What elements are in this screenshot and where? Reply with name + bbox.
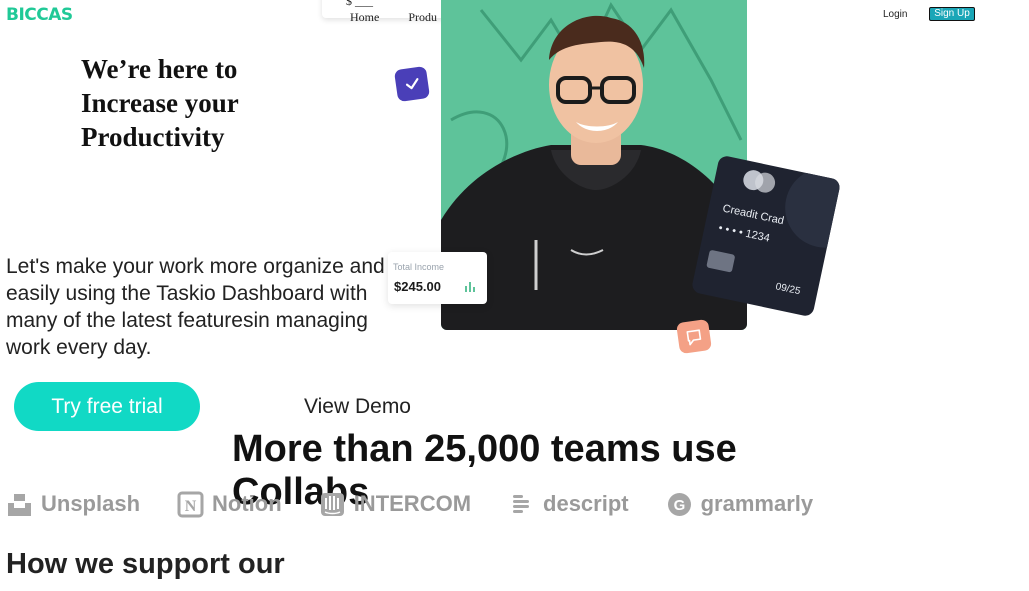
brand-label: grammarly: [700, 491, 814, 516]
message-icon: [686, 329, 702, 346]
total-income-value: $245.00: [394, 279, 441, 294]
svg-text:N: N: [185, 498, 197, 515]
brand-label: Notion: [212, 491, 282, 516]
hero-headline: We’re here to Increase your Productivity: [81, 54, 239, 152]
message-badge: [675, 318, 713, 355]
try-free-trial-button[interactable]: Try free trial: [14, 382, 200, 431]
signup-button[interactable]: Sign Up: [929, 7, 975, 21]
unsplash-icon: [8, 493, 31, 516]
brand-label: descript: [543, 491, 629, 516]
total-income-card: Total Income $245.00: [388, 252, 487, 304]
card-chip: [706, 249, 736, 273]
grammarly-icon: G: [667, 492, 691, 516]
brand-label: Unsplash: [41, 491, 141, 516]
login-link[interactable]: Login: [883, 9, 907, 20]
intercom-icon: [320, 492, 344, 516]
card-glow: [777, 160, 842, 256]
notion-icon: N: [177, 491, 204, 517]
brand-logo[interactable]: BICCAS: [6, 5, 73, 25]
card-expiry: 09/25: [774, 281, 802, 298]
nav-link-product[interactable]: Produ: [408, 10, 437, 24]
brand-label: INTERCOM: [353, 491, 472, 516]
svg-text:G: G: [673, 497, 685, 514]
descript-icon: [513, 494, 530, 513]
check-badge: [393, 65, 431, 103]
brand-grammarly: G grammarly: [666, 491, 814, 518]
brand-descript: descript: [508, 491, 629, 518]
nav-pill-text: $ ___: [346, 0, 373, 8]
view-demo-link[interactable]: View Demo: [304, 395, 411, 419]
card-number: • • • • 1234: [717, 222, 771, 245]
hero-lead-text: Let's make your work more organize and e…: [6, 255, 385, 359]
bar-chart-icon: [465, 282, 475, 292]
brand-unsplash: Unsplash: [6, 491, 140, 518]
total-income-label: Total Income: [393, 262, 445, 272]
check-icon: [405, 78, 419, 90]
brand-notion: N Notion: [177, 491, 282, 518]
support-heading: How we support our: [6, 548, 285, 580]
brand-intercom: INTERCOM: [319, 491, 471, 518]
nav-link-home[interactable]: Home: [350, 10, 379, 24]
brand-logos-row: Unsplash N Notion INTERCOM descript G gr…: [6, 488, 850, 520]
